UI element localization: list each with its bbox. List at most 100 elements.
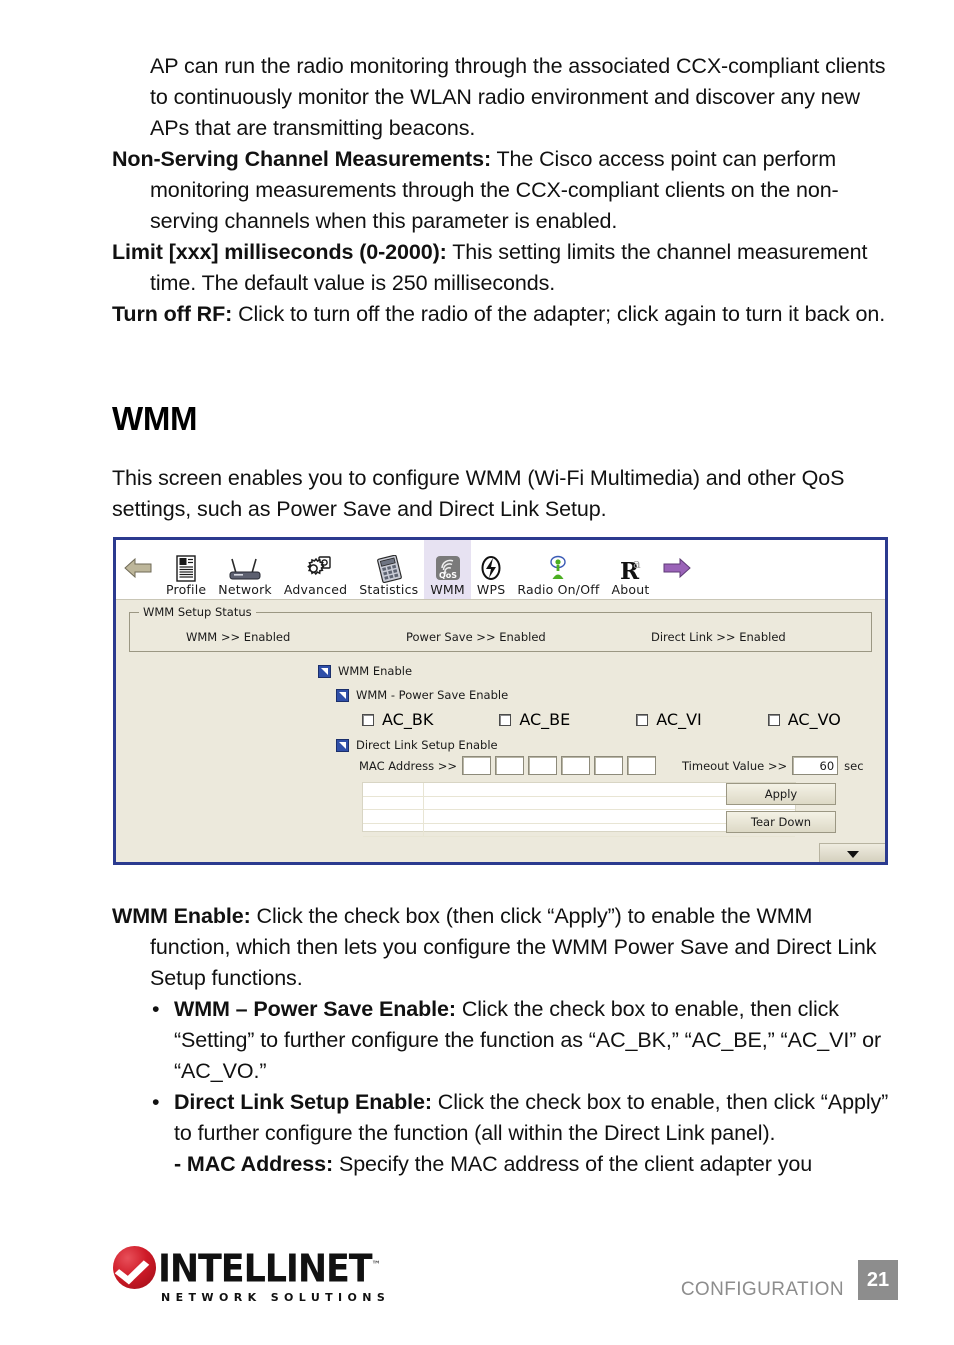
qos-icon: QoS — [434, 553, 462, 583]
svg-text:QoS: QoS — [439, 571, 457, 580]
mac-address-field-6[interactable] — [627, 756, 656, 775]
checkbox-ac-be-label: AC_BE — [519, 710, 571, 729]
radio-antenna-icon — [545, 553, 571, 583]
status-power-save: Power Save >> Enabled — [406, 630, 546, 644]
checkbox-direct-link-setup-enable[interactable]: Direct Link Setup Enable — [336, 738, 498, 752]
check-circle-icon — [113, 1246, 156, 1289]
bottom-paragraph-block: WMM Enable: Click the check box (then cl… — [112, 901, 898, 1180]
status-direct-link: Direct Link >> Enabled — [651, 630, 786, 644]
mac-address-field-4[interactable] — [561, 756, 590, 775]
page-footer: INTELLINET™ NETWORK SOLUTIONS CONFIGURAT… — [0, 1243, 954, 1328]
definition-term: - MAC Address: — [174, 1152, 334, 1176]
mac-address-field-1[interactable] — [462, 756, 491, 775]
checkbox-ac-vi[interactable]: AC_VI — [636, 710, 702, 729]
definition-term: Direct Link Setup Enable: — [174, 1090, 432, 1114]
mac-address-field-2[interactable] — [495, 756, 524, 775]
checkbox-wmm-enable-box[interactable] — [318, 664, 331, 678]
tab-advanced-label: Advanced — [283, 582, 348, 597]
trademark-symbol: ™ — [371, 1260, 381, 1272]
right-arrow-icon — [662, 556, 692, 584]
definition-body: Click to turn off the radio of the adapt… — [232, 302, 886, 326]
checkbox-power-save-enable[interactable]: WMM - Power Save Enable — [336, 688, 508, 702]
definition-body: Click the check box (then click “Apply”)… — [150, 904, 877, 990]
tab-wps-label: WPS — [476, 582, 506, 597]
mac-address-field-3[interactable] — [528, 756, 557, 775]
section-intro-text: This screen enables you to configure WMM… — [112, 466, 845, 521]
tear-down-button[interactable]: Tear Down — [726, 811, 836, 833]
page-number-badge: 21 — [858, 1260, 898, 1300]
checkbox-ac-be-box[interactable] — [499, 713, 512, 726]
logo-tagline: NETWORK SOLUTIONS — [161, 1291, 391, 1304]
definition-term: Non-Serving Channel Measurements: — [112, 147, 491, 171]
checkbox-power-save-enable-label: WMM - Power Save Enable — [356, 688, 509, 702]
mac-address-row: MAC Address >> Timeout Value >> 60 sec — [359, 756, 864, 775]
page-title: WMM — [112, 400, 198, 437]
checkbox-direct-link-setup-enable-box[interactable] — [336, 738, 349, 752]
top-paragraph-block: AP can run the radio monitoring through … — [112, 51, 898, 330]
definition-paragraph: Non-Serving Channel Measurements: The Ci… — [112, 144, 898, 237]
bullet-marker: • — [152, 997, 160, 1021]
definition-paragraph: Limit [xxx] milliseconds (0-2000): This … — [112, 237, 898, 299]
list-cell-mac — [363, 823, 424, 836]
checkbox-power-save-enable-box[interactable] — [336, 688, 349, 702]
tab-advanced[interactable]: Advanced — [278, 540, 353, 599]
bullet-paragraph: • Direct Link Setup Enable: Click the che… — [112, 1087, 898, 1149]
tab-wmm-label: WMM — [430, 582, 465, 597]
statistics-icon — [374, 553, 404, 583]
bullet-marker: • — [152, 1090, 160, 1114]
checkbox-ac-be[interactable]: AC_BE — [499, 710, 570, 729]
network-icon — [225, 553, 265, 583]
timeout-value-label: Timeout Value >> — [682, 758, 788, 773]
timeout-unit-label: sec — [844, 758, 864, 773]
tab-network-label: Network — [218, 582, 272, 597]
timeout-value-input[interactable]: 60 — [792, 756, 839, 775]
left-arrow-icon — [123, 556, 153, 584]
definition-term: Limit [xxx] milliseconds (0-2000): — [112, 240, 447, 264]
checkbox-ac-bk-label: AC_BK — [382, 710, 434, 729]
bullet-paragraph: • WMM – Power Save Enable: Click the chec… — [112, 994, 898, 1087]
definition-body: Specify the MAC address of the client ad… — [333, 1152, 813, 1176]
checkbox-ac-vo-box[interactable] — [767, 713, 780, 726]
tab-profile[interactable]: Profile — [160, 540, 212, 599]
mac-address-label: MAC Address >> — [359, 758, 457, 773]
checkbox-wmm-enable[interactable]: WMM Enable — [318, 664, 412, 678]
tab-radio-on-off[interactable]: Radio On/Off — [511, 540, 605, 599]
svg-text:a: a — [633, 557, 641, 572]
tab-about[interactable]: R a About — [605, 540, 655, 599]
checkbox-ac-vi-label: AC_VI — [656, 710, 702, 729]
checkbox-ac-vo[interactable]: AC_VO — [767, 710, 841, 729]
footer-section-label: CONFIGURATION — [680, 1279, 844, 1300]
back-arrow-button[interactable] — [116, 540, 160, 599]
forward-arrow-button[interactable] — [655, 540, 699, 599]
list-cell-mac — [363, 810, 424, 823]
tab-wmm[interactable]: QoS WMM — [424, 540, 471, 599]
advanced-gear-icon — [299, 553, 333, 583]
list-cell-mac — [363, 796, 424, 809]
checkbox-ac-vi-box[interactable] — [636, 713, 649, 726]
checkbox-direct-link-setup-enable-label: Direct Link Setup Enable — [356, 738, 498, 752]
toolbar: Profile Network Advanced Statistics QoS … — [116, 540, 885, 600]
paragraph: AP can run the radio monitoring through … — [150, 54, 886, 140]
apply-button[interactable]: Apply — [726, 783, 836, 805]
logo-top-row: INTELLINET™ — [113, 1246, 400, 1289]
tab-wps[interactable]: WPS — [471, 540, 511, 599]
checkbox-wmm-enable-label: WMM Enable — [338, 664, 413, 678]
mac-address-field-5[interactable] — [594, 756, 623, 775]
tab-about-label: About — [611, 582, 650, 597]
definition-term: WMM – Power Save Enable: — [174, 997, 456, 1021]
tab-radio-on-off-label: Radio On/Off — [517, 582, 600, 597]
tab-statistics[interactable]: Statistics — [353, 540, 424, 599]
checkbox-ac-vo-label: AC_VO — [787, 710, 841, 729]
utility-window-screenshot: Profile Network Advanced Statistics QoS … — [113, 537, 888, 865]
collapse-button[interactable] — [819, 843, 885, 862]
profile-icon — [173, 553, 199, 583]
wmm-setup-status-title: WMM Setup Status — [139, 605, 256, 619]
definition-paragraph: WMM Enable: Click the check box (then cl… — [112, 901, 898, 994]
definition-term: WMM Enable: — [112, 904, 251, 928]
checkbox-ac-bk[interactable]: AC_BK — [362, 710, 433, 729]
checkbox-ac-bk-box[interactable] — [362, 713, 374, 726]
chevron-down-icon — [845, 844, 861, 863]
tab-network[interactable]: Network — [212, 540, 278, 599]
intellinet-logo: INTELLINET™ NETWORK SOLUTIONS — [113, 1246, 400, 1304]
tab-statistics-label: Statistics — [359, 582, 419, 597]
